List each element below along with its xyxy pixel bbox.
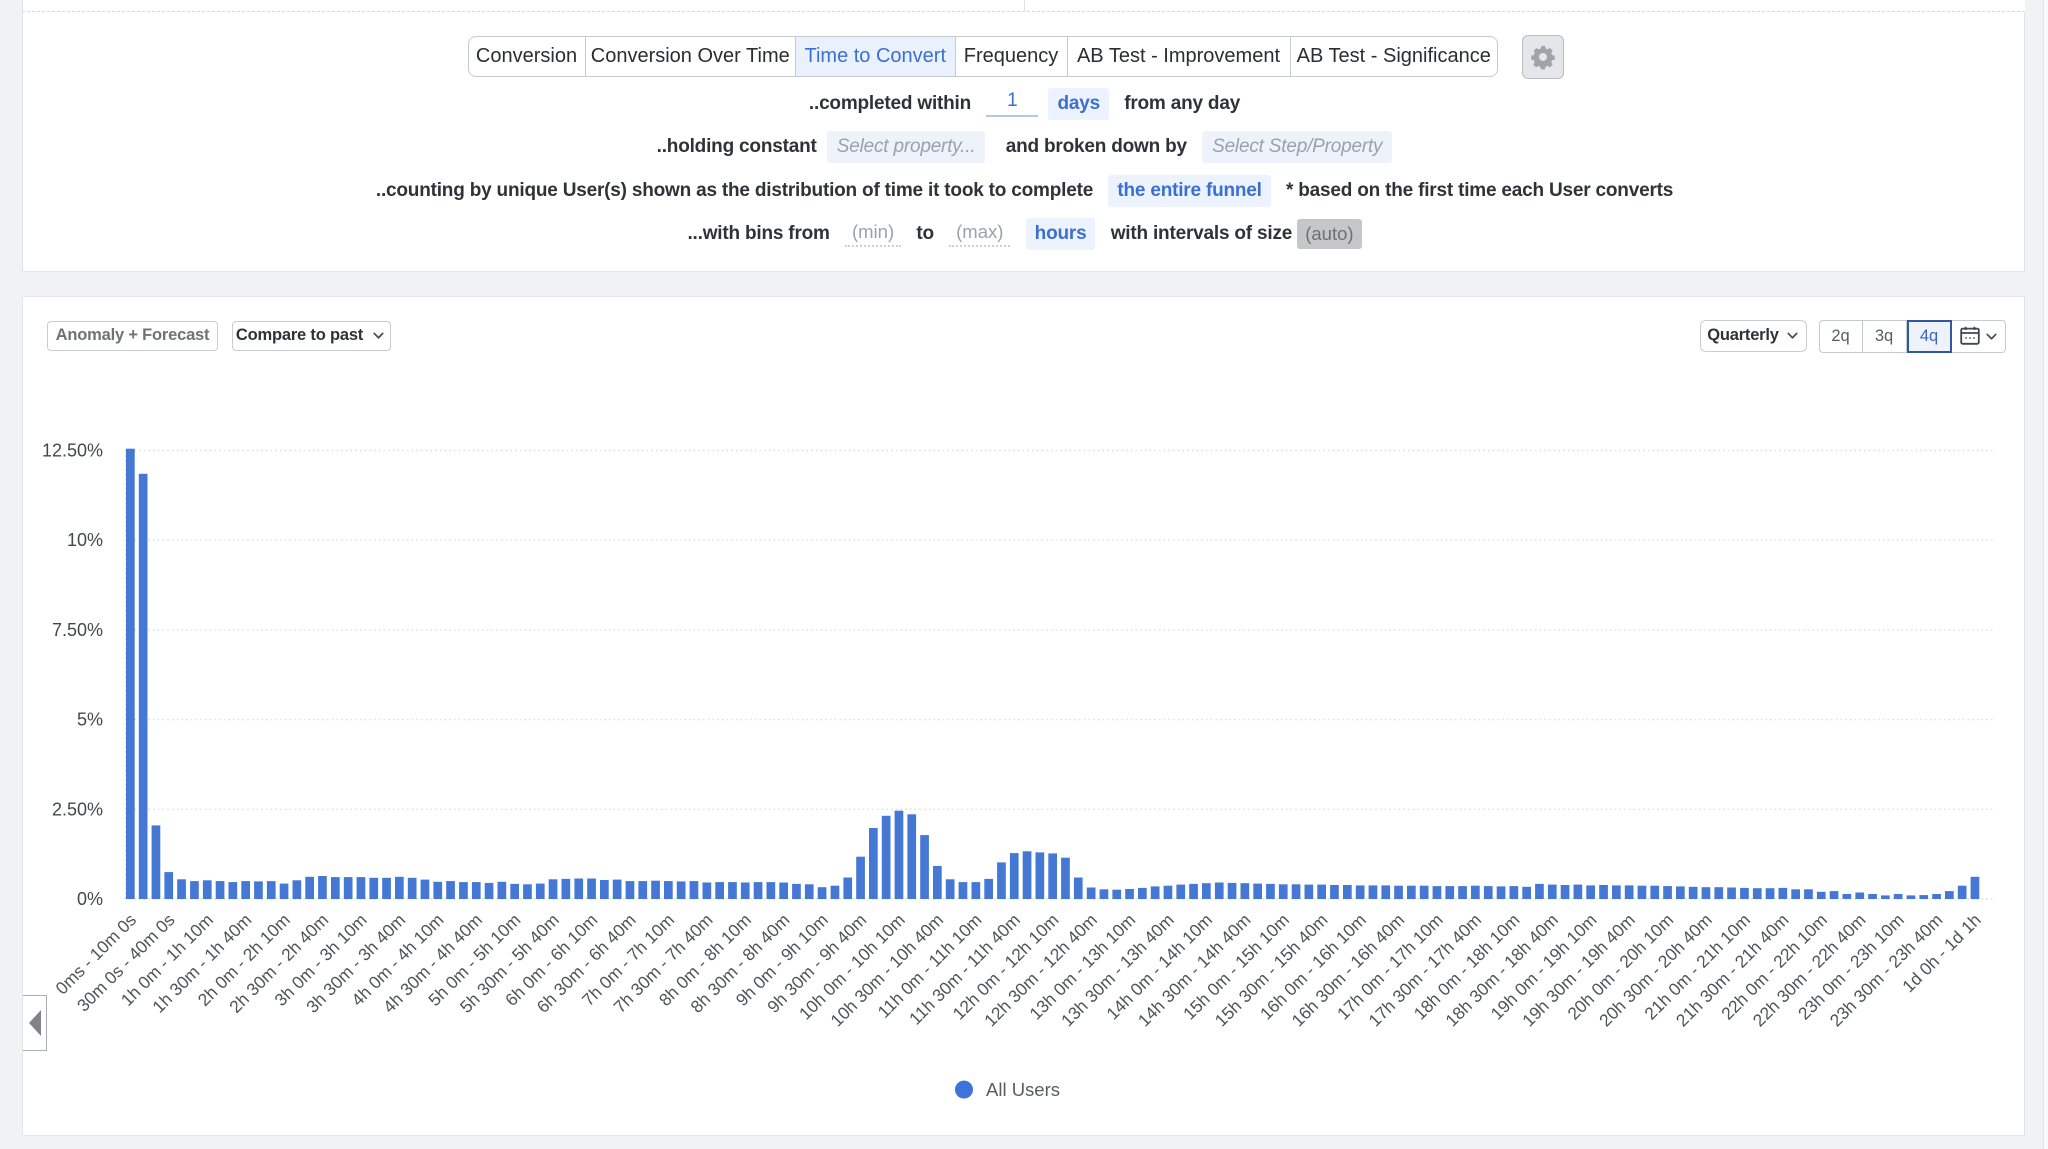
svg-text:2.50%: 2.50% <box>52 799 103 819</box>
svg-text:10%: 10% <box>67 530 103 550</box>
svg-text:0%: 0% <box>77 889 103 909</box>
svg-text:7.50%: 7.50% <box>52 620 103 640</box>
svg-text:12.50%: 12.50% <box>42 441 103 461</box>
svg-text:All Users: All Users <box>986 1079 1060 1100</box>
svg-text:5%: 5% <box>77 710 103 730</box>
